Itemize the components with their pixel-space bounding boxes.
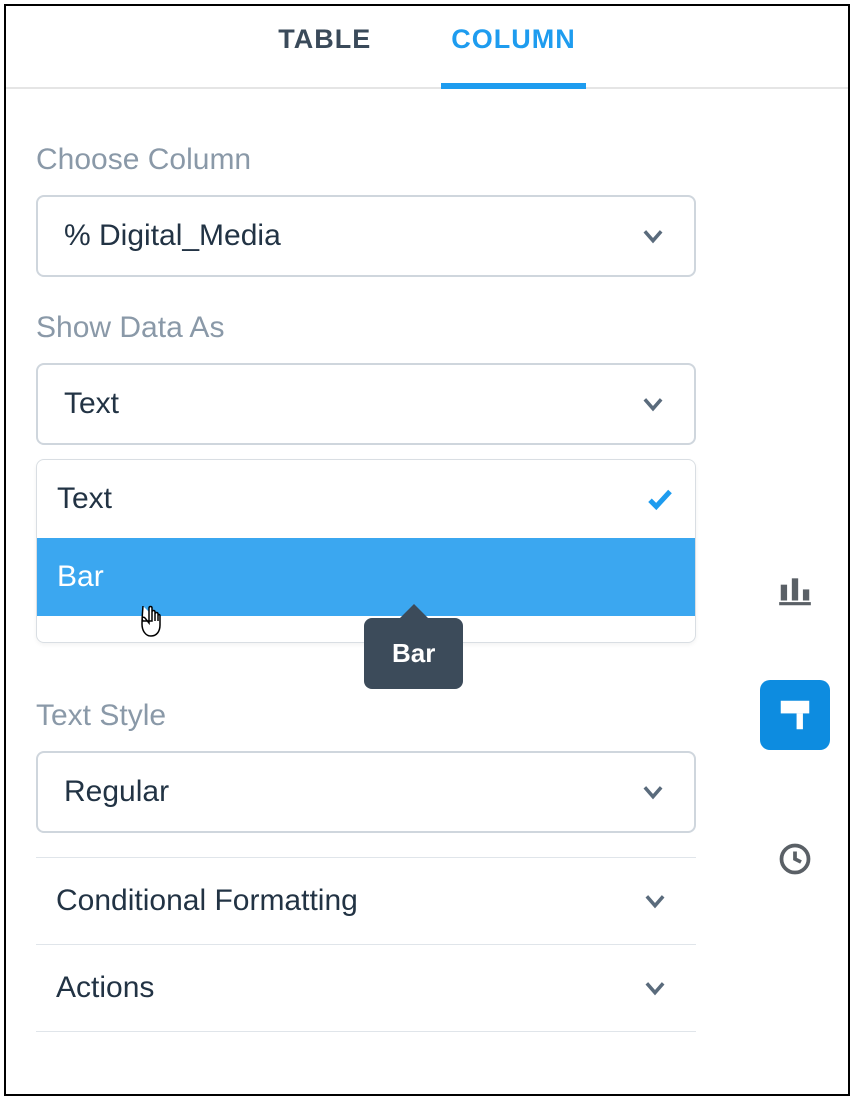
check-icon <box>645 484 675 514</box>
side-rail <box>760 556 830 894</box>
chevron-down-icon <box>638 777 668 807</box>
tooltip-bar: Bar <box>364 618 463 689</box>
show-data-as-select[interactable]: Text <box>36 363 696 445</box>
chart-mode-button[interactable] <box>760 556 830 626</box>
choose-column-value: % Digital_Media <box>64 219 281 253</box>
accordion-label: Actions <box>56 971 154 1005</box>
tab-column[interactable]: COLUMN <box>441 24 585 89</box>
tab-table[interactable]: TABLE <box>268 24 381 87</box>
choose-column-label: Choose Column <box>36 143 696 177</box>
chevron-down-icon <box>640 973 670 1003</box>
text-style-label: Text Style <box>36 699 696 733</box>
dropdown-option-label: Bar <box>57 560 104 594</box>
text-style-value: Regular <box>64 775 169 809</box>
tab-bar: TABLE COLUMN <box>6 6 848 89</box>
dropdown-option-label: Text <box>57 482 112 516</box>
accordion-label: Conditional Formatting <box>56 884 358 918</box>
choose-column-select[interactable]: % Digital_Media <box>36 195 696 277</box>
chevron-down-icon <box>638 221 668 251</box>
column-settings-panel: Choose Column % Digital_Media Show Data … <box>6 89 726 1032</box>
format-mode-button[interactable] <box>760 680 830 750</box>
accordion-actions[interactable]: Actions <box>36 944 696 1032</box>
text-style-select[interactable]: Regular <box>36 751 696 833</box>
chevron-down-icon <box>638 389 668 419</box>
accordion-conditional-formatting[interactable]: Conditional Formatting <box>36 857 696 944</box>
pointer-cursor-icon <box>132 604 166 644</box>
show-data-as-label: Show Data As <box>36 311 696 345</box>
chevron-down-icon <box>640 886 670 916</box>
history-mode-button[interactable] <box>760 824 830 894</box>
dropdown-option-text[interactable]: Text <box>37 460 695 538</box>
show-data-as-value: Text <box>64 387 119 421</box>
